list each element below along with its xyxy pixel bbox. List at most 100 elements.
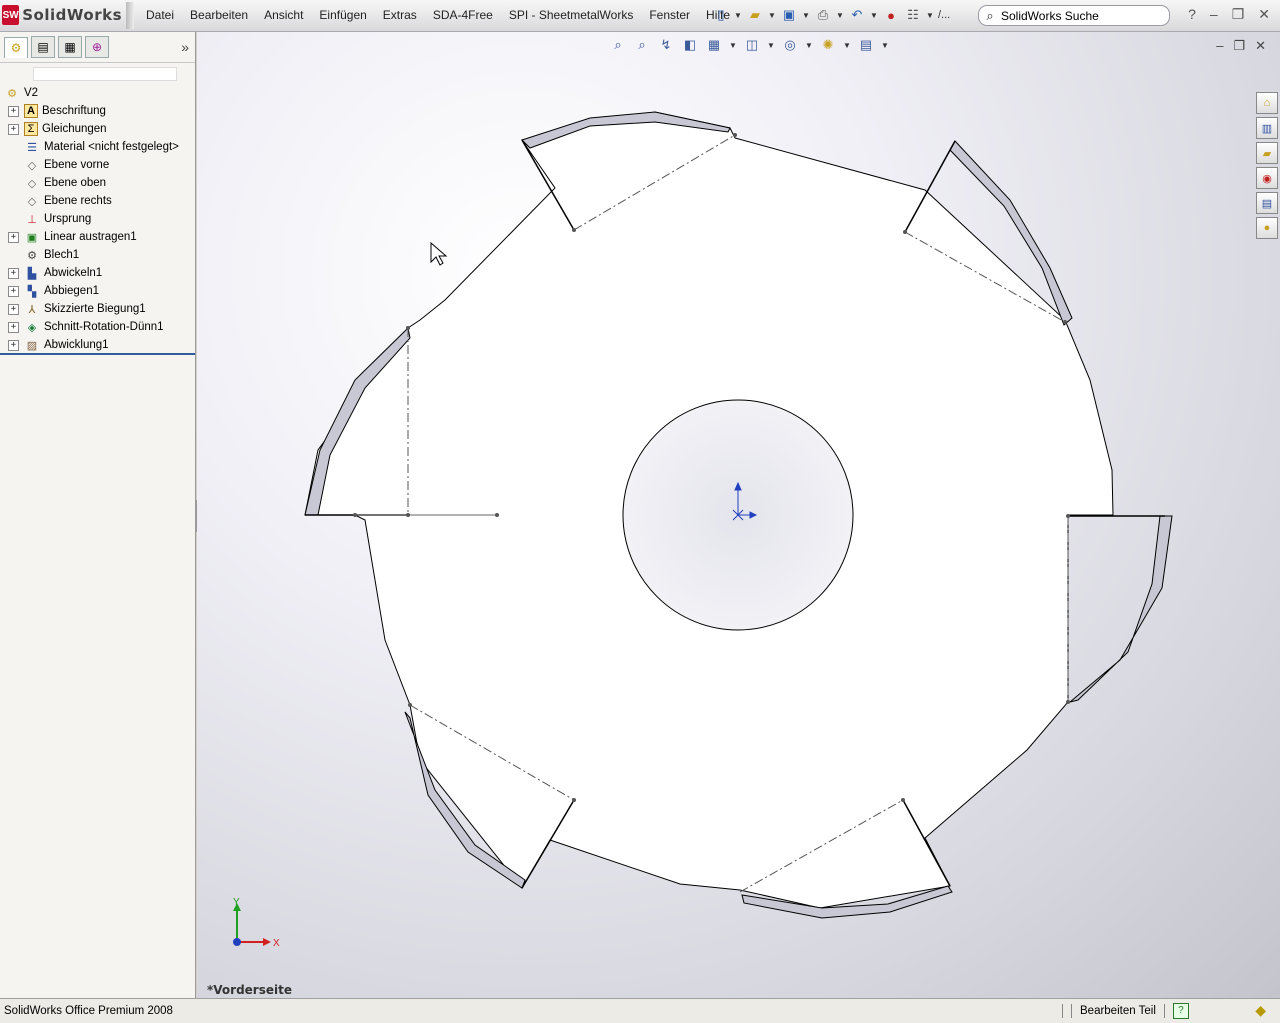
status-bar: SolidWorks Office Premium 2008 Bearbeite… [0, 998, 1280, 1023]
menu-bearbeiten[interactable]: Bearbeiten [182, 6, 256, 24]
tree-item-label: Schnitt-Rotation-Dünn1 [44, 321, 164, 333]
tree-item-ebene-vorne[interactable]: ◇ Ebene vorne [0, 156, 195, 174]
help-icon[interactable]: ? [1188, 6, 1196, 23]
sketched-bend-icon: ⅄ [28, 303, 36, 316]
tree-item-ebene-rechts[interactable]: ◇ Ebene rechts [0, 192, 195, 210]
property-icon: ▤ [37, 40, 49, 54]
tree-item-ursprung[interactable]: ⊥ Ursprung [0, 210, 195, 228]
revolve-cut-icon: ◈ [27, 321, 37, 334]
menu-sda4free[interactable]: SDA-4Free [425, 6, 501, 24]
menu-spi-sheetmetalworks[interactable]: SPI - SheetmetalWorks [501, 6, 642, 24]
chevron-down-icon[interactable]: ▼ [870, 11, 878, 20]
tree-item-gleichungen[interactable]: + Σ Gleichungen [0, 120, 195, 138]
search-box[interactable]: ⌕ SolidWorks Suche [978, 5, 1170, 26]
sketch-point [572, 228, 576, 232]
tag-icon[interactable]: ◆ [1255, 1002, 1266, 1019]
minimize-icon[interactable]: – [1210, 6, 1218, 23]
title-bar: SW SolidWorks Datei Bearbeiten Ansicht E… [0, 0, 1280, 32]
status-product: SolidWorks Office Premium 2008 [4, 1005, 173, 1017]
expand-icon[interactable]: + [8, 267, 19, 279]
tree-filter-input[interactable] [33, 67, 177, 81]
tree-item-label: Skizzierte Biegung1 [44, 303, 146, 315]
expand-icon[interactable]: + [8, 321, 19, 333]
tree-item-label: Gleichungen [42, 123, 107, 135]
rollback-bar[interactable] [0, 353, 195, 355]
open-folder-icon[interactable]: ▰ [746, 6, 764, 24]
dimxpert-icon: ⊕ [91, 40, 103, 54]
new-document-icon[interactable]: ▯ [712, 6, 730, 24]
triad-y-label: Y [233, 897, 240, 908]
tab-property-manager[interactable]: ▤ [31, 36, 55, 58]
expand-icon[interactable]: + [8, 285, 19, 297]
solidworks-logo-icon: SW [2, 5, 20, 25]
chevron-down-icon[interactable]: ▼ [768, 11, 776, 20]
reference-triad: Y X [233, 897, 280, 949]
toolbar-overflow[interactable]: /... [938, 9, 950, 21]
tree-item-ebene-oben[interactable]: ◇ Ebene oben [0, 174, 195, 192]
panel-tabs: ⚙ ▤ ▦ ⊕ » [0, 32, 195, 63]
tree-item-beschriftung[interactable]: + A Beschriftung [0, 102, 195, 120]
expand-icon[interactable]: + [8, 123, 19, 135]
tree-item-abwicklung1[interactable]: + ▨ Abwicklung1 [0, 336, 195, 354]
triad-x-label: X [273, 938, 280, 949]
tree-item-label: Beschriftung [42, 105, 106, 117]
menu-einfuegen[interactable]: Einfügen [311, 6, 374, 24]
tree-item-skizzierte-biegung1[interactable]: + ⅄ Skizzierte Biegung1 [0, 300, 195, 318]
title-separator [126, 2, 134, 29]
tab-dimxpert[interactable]: ⊕ [85, 36, 109, 58]
tab-configuration-manager[interactable]: ▦ [58, 36, 82, 58]
expand-icon[interactable]: + [8, 339, 19, 351]
tree-item-blech1[interactable]: ⚙ Blech1 [0, 246, 195, 264]
sketch-point [901, 798, 905, 802]
solidworks-logo[interactable]: SW SolidWorks [2, 3, 122, 27]
menu-fenster[interactable]: Fenster [641, 6, 698, 24]
chevron-down-icon[interactable]: ▼ [734, 11, 742, 20]
graphics-area[interactable]: ⌕ ⌕ ↯ ◧ ▦ ▼ ◫ ▼ ◎ ▼ ✺ ▼ ▤ ▼ – ❐ ✕ ⌂ ▥ ▰ ◉ ▤ ● [197, 32, 1280, 998]
tree-item-label: Ebene oben [44, 177, 107, 189]
feature-tree-icon: ⚙ [10, 40, 22, 55]
plane-icon: ◇ [27, 177, 37, 190]
flat-pattern-model[interactable] [197, 32, 1280, 998]
tree-item-abbiegen1[interactable]: + ▚ Abbiegen1 [0, 282, 195, 300]
feature-tree: ⚙ V2 + A Beschriftung + Σ Gleichungen ☰ Mater… [0, 84, 195, 354]
view-orientation-label: *Vorderseite [207, 983, 292, 997]
standard-toolbar: ▯ ▼ ▰ ▼ ▣ ▼ ⎙ ▼ ↶ ▼ ● ☷ ▼ /... [712, 6, 950, 24]
expand-icon[interactable]: + [8, 105, 19, 117]
print-icon[interactable]: ⎙ [814, 6, 832, 24]
tree-item-abwickeln1[interactable]: + ▙ Abwickeln1 [0, 264, 195, 282]
sketch-point [903, 230, 907, 234]
unfold-icon: ▙ [27, 267, 37, 280]
chevron-down-icon[interactable]: ▼ [836, 11, 844, 20]
material-icon: ☰ [27, 141, 37, 154]
chevron-down-icon[interactable]: ▼ [926, 11, 934, 20]
close-icon[interactable]: ✕ [1258, 6, 1270, 23]
window-controls: ? – ❐ ✕ [1188, 6, 1270, 23]
tree-item-label: Blech1 [44, 249, 80, 261]
expand-icon[interactable]: + [8, 303, 19, 315]
options-icon[interactable]: ☷ [904, 6, 922, 24]
sketch-point [408, 703, 412, 707]
undo-icon[interactable]: ↶ [848, 6, 866, 24]
rebuild-traffic-light-icon[interactable]: ● [882, 6, 900, 24]
tree-item-material[interactable]: ☰ Material <nicht festgelegt> [0, 138, 195, 156]
tree-root[interactable]: ⚙ V2 [0, 84, 195, 102]
menu-ansicht[interactable]: Ansicht [256, 6, 311, 24]
status-mode-area: Bearbeiten Teil ? [1062, 1003, 1189, 1019]
restore-icon[interactable]: ❐ [1232, 6, 1245, 23]
plane-icon: ◇ [27, 195, 37, 208]
expand-icon[interactable]: + [8, 231, 19, 243]
tab-feature-manager[interactable]: ⚙ [4, 36, 28, 58]
expand-panel-icon[interactable]: » [181, 39, 189, 55]
tree-item-schnitt-rotation-duenn1[interactable]: + ◈ Schnitt-Rotation-Dünn1 [0, 318, 195, 336]
sheetmetal-icon: ⚙ [27, 249, 37, 262]
tree-item-linear-austragen1[interactable]: + ▣ Linear austragen1 [0, 228, 195, 246]
menu-extras[interactable]: Extras [375, 6, 425, 24]
quick-tips-icon[interactable]: ? [1172, 1003, 1189, 1019]
tree-item-label: Abbiegen1 [44, 285, 99, 297]
sketch-point [406, 513, 410, 517]
search-icon[interactable]: ⌕ [979, 8, 1001, 24]
save-icon[interactable]: ▣ [780, 6, 798, 24]
chevron-down-icon[interactable]: ▼ [802, 11, 810, 20]
menu-datei[interactable]: Datei [138, 6, 182, 24]
search-input[interactable]: SolidWorks Suche [1001, 9, 1099, 23]
